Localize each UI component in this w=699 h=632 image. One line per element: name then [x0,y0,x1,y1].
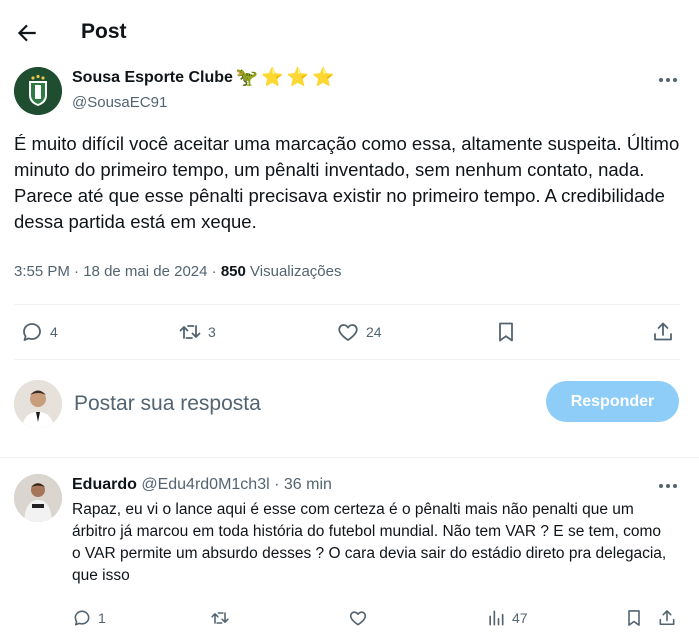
avatar[interactable] [14,474,62,522]
star-emoji: ⭐ [312,67,335,88]
author-name-text: Sousa Esporte Clube [72,69,233,86]
like-action[interactable] [348,608,368,628]
dinosaur-emoji: 🦖 [235,67,259,88]
bookmark-action[interactable] [624,608,644,628]
author-name[interactable]: Sousa Esporte Clube 🦖 ⭐ ⭐ ⭐ [72,69,335,87]
reply-input[interactable] [74,388,514,420]
repost-icon [211,612,229,624]
divider [14,304,680,305]
divider [0,457,699,458]
user-photo-icon [14,380,62,428]
reply-count: 4 [50,324,58,340]
repost-count: 3 [208,324,216,340]
reply-icon [74,610,90,626]
bookmark-icon [499,322,513,342]
views-count: 47 [512,610,528,626]
post-meta: 3:55 PM · 18 de mai de 2024 · 850 Visual… [14,263,341,280]
reply-icon [23,323,41,341]
repost-icon [179,325,201,339]
bookmark-action[interactable] [494,320,518,344]
post-time[interactable]: 3:55 PM [14,263,70,280]
heart-icon [338,324,358,341]
like-action[interactable]: 24 [336,320,382,344]
page-title: Post [81,20,127,43]
star-emoji: ⭐ [286,67,310,88]
repost-action[interactable] [210,608,230,628]
avatar[interactable] [14,67,62,115]
club-crest-icon [14,67,62,115]
divider [14,359,680,360]
reply-count: 1 [98,610,106,626]
reply-action[interactable]: 1 [72,608,106,628]
share-icon [659,610,675,626]
bar-chart-icon [489,610,504,626]
bookmark-icon [628,610,640,626]
meta-separator: · [211,263,217,280]
repost-action[interactable]: 3 [178,320,216,344]
avatar[interactable] [14,380,62,428]
reply-header: Eduardo @Edu4rd0M1ch3l · 36 min [72,476,332,494]
meta-separator: · [74,263,80,280]
share-action[interactable] [651,320,675,344]
views-count: 850 [220,263,246,280]
top-bar: Post [0,0,699,66]
views-action[interactable]: 47 [486,608,528,628]
post-text: É muito difícil você aceitar uma marcaçã… [14,133,680,232]
reply-button[interactable]: Responder [546,381,679,422]
reply-author-handle[interactable]: @Edu4rd0M1ch3l [141,476,269,493]
reply-text: Rapaz, eu vi o lance aqui é esse com cer… [72,501,667,584]
share-action[interactable] [657,608,677,628]
reply-time[interactable]: 36 min [284,476,332,493]
more-options-icon[interactable] [656,68,680,92]
reply-author-name[interactable]: Eduardo [72,476,137,493]
user-photo-icon [14,474,62,522]
like-count: 24 [366,324,382,340]
post-date[interactable]: 18 de mai de 2024 [83,263,207,280]
share-icon [654,322,672,341]
meta-separator: · [274,476,280,493]
reply-action[interactable]: 4 [20,320,58,344]
star-emoji: ⭐ [261,67,284,88]
author-handle[interactable]: @SousaEC91 [72,94,167,111]
views-label: Visualizações [250,263,342,280]
more-options-icon[interactable] [656,474,680,498]
arrow-left-icon[interactable] [14,20,40,46]
heart-icon [349,611,367,626]
